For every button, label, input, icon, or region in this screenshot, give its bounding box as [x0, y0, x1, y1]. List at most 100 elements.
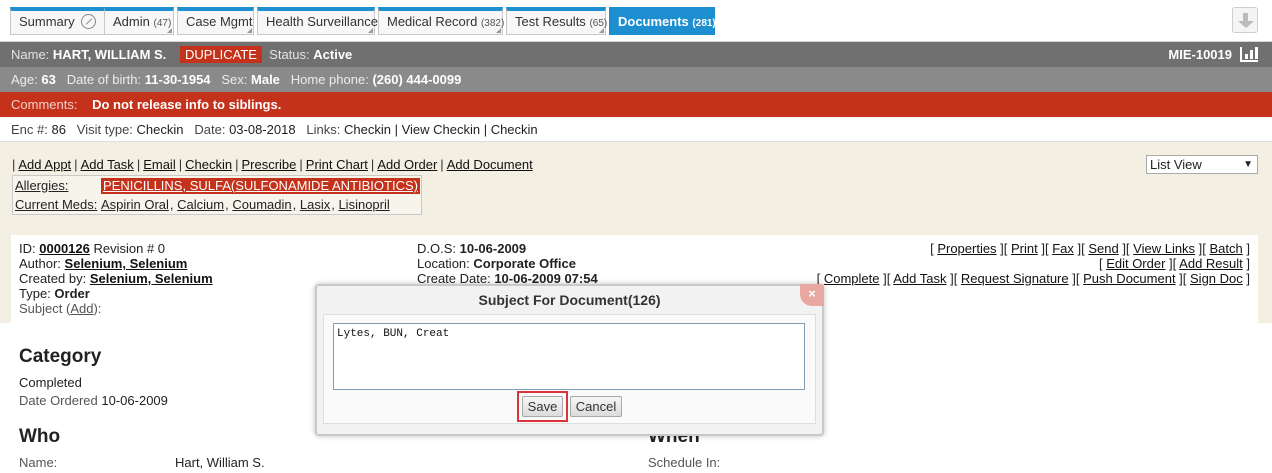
dos-label: D.O.S:	[417, 241, 457, 256]
dos-value: 10-06-2009	[459, 241, 527, 256]
tab-label: Medical Record	[387, 14, 478, 29]
action-links: | Add Appt | Add Task | Email | Checkin | Prescri…	[12, 157, 533, 172]
subject-label: Subject (	[19, 301, 71, 316]
enc-value: 86	[51, 122, 66, 137]
dob-label: Date of birth:	[66, 72, 142, 87]
comments-value: Do not release info to siblings.	[92, 97, 282, 112]
sign-doc-link[interactable]: Sign Doc	[1190, 271, 1243, 286]
tab-label: Documents	[618, 14, 689, 29]
med-link[interactable]: Calcium	[177, 197, 224, 212]
med-link[interactable]: Aspirin Oral	[101, 197, 169, 212]
med-link[interactable]: Lasix	[300, 197, 330, 212]
status-label: Status:	[269, 47, 310, 62]
id-label: ID:	[19, 241, 36, 256]
corner-icon	[167, 28, 172, 33]
tab-label: Admin	[113, 14, 150, 29]
document-links: [ Properties ][ Print ][ Fax ][ Send ][ …	[816, 241, 1250, 286]
comments-bar: Comments: Do not release info to sibling…	[0, 92, 1272, 117]
meds-label[interactable]: Current Meds:	[15, 197, 97, 212]
patient-demographics: Age: 63 Date of birth: 11-30-1954 Sex: M…	[0, 67, 1272, 92]
sex-value: Male	[251, 72, 280, 87]
download-arrow-icon[interactable]	[1232, 7, 1258, 33]
subject-add-link[interactable]: Add	[70, 301, 93, 316]
date-ordered-label: Date Ordered	[19, 393, 98, 408]
tab-documents[interactable]: Documents (281)	[609, 7, 716, 35]
tab-summary[interactable]: Summary	[10, 7, 109, 35]
document-info: ID: 0000126 Revision # 0 Author: Seleniu…	[19, 241, 213, 316]
view-links-link[interactable]: View Links	[1133, 241, 1195, 256]
batch-link[interactable]: Batch	[1210, 241, 1243, 256]
bar-chart-icon[interactable]	[1240, 47, 1258, 62]
complete-link[interactable]: Complete	[824, 271, 880, 286]
add-order-link[interactable]: Add Order	[377, 157, 437, 172]
request-signature-link[interactable]: Request Signature	[961, 271, 1069, 286]
send-link[interactable]: Send	[1088, 241, 1118, 256]
tab-label: Health Surveillance	[266, 14, 379, 29]
add-appt-link[interactable]: Add Appt	[18, 157, 71, 172]
print-link[interactable]: Print	[1011, 241, 1038, 256]
allergies-label[interactable]: Allergies:	[15, 178, 68, 193]
created-label: Created by:	[19, 271, 87, 286]
add-result-link[interactable]: Add Result	[1179, 256, 1243, 271]
tab-label: Summary	[19, 14, 75, 29]
save-button[interactable]: Save	[522, 396, 563, 417]
dob-value: 11-30-1954	[144, 72, 211, 87]
location-label: Location:	[417, 256, 470, 271]
corner-icon	[247, 28, 252, 33]
phone-label: Home phone:	[290, 72, 369, 87]
comments-label: Comments:	[11, 97, 78, 112]
category-heading: Category	[19, 346, 102, 367]
status-value: Completed	[19, 375, 82, 390]
tab-case-mgmt[interactable]: Case Mgmt	[177, 7, 254, 35]
patient-banner: Name: HART, WILLIAM S. DUPLICATE Status:…	[0, 42, 1272, 67]
view-select[interactable]: List View ▼	[1146, 155, 1258, 174]
patient-mrn: MIE-10019	[1168, 42, 1258, 67]
corner-icon	[368, 28, 373, 33]
type-label: Type:	[19, 286, 51, 301]
add-task-link[interactable]: Add Task	[81, 157, 134, 172]
type-value: Order	[54, 286, 90, 301]
age-value: 63	[41, 72, 56, 87]
subject-textarea[interactable]: Lytes, BUN, Creat	[333, 323, 805, 390]
patient-status: Active	[313, 47, 353, 62]
prescribe-link[interactable]: Prescribe	[241, 157, 296, 172]
document-dates: D.O.S: 10-06-2009 Location: Corporate Of…	[417, 241, 598, 286]
cancel-button[interactable]: Cancel	[570, 396, 622, 417]
tab-admin[interactable]: Admin (47)	[104, 7, 174, 35]
visit-label: Visit type:	[76, 122, 133, 137]
dialog-title: Subject For Document(126)	[478, 292, 661, 308]
enc-label: Enc #:	[11, 122, 48, 137]
encounter-links[interactable]: Checkin | View Checkin | Checkin	[344, 122, 538, 137]
name-label: Name:	[11, 47, 50, 62]
print-chart-link[interactable]: Print Chart	[306, 157, 368, 172]
med-link[interactable]: Coumadin	[232, 197, 291, 212]
edit-order-link[interactable]: Edit Order	[1106, 256, 1165, 271]
med-link[interactable]: Lisinopril	[338, 197, 389, 212]
add-document-link[interactable]: Add Document	[447, 157, 533, 172]
properties-link[interactable]: Properties	[937, 241, 996, 256]
tab-health-surveillance[interactable]: Health Surveillance	[257, 7, 379, 35]
corner-icon	[496, 28, 501, 33]
view-select-value: List View	[1150, 157, 1202, 172]
document-id-link[interactable]: 0000126	[39, 241, 90, 256]
tab-medical-record[interactable]: Medical Record (382)	[378, 7, 504, 35]
close-icon[interactable]: ×	[800, 284, 824, 306]
tab-test-results[interactable]: Test Results (65)	[506, 7, 607, 35]
age-label: Age:	[11, 72, 38, 87]
dropdown-arrow-icon: ▼	[1243, 159, 1253, 170]
add-task-doc-link[interactable]: Add Task	[893, 271, 946, 286]
meds-list: Aspirin Oral, Calcium, Coumadin, Lasix, …	[101, 197, 390, 212]
created-by-link[interactable]: Selenium, Selenium	[90, 271, 213, 286]
sex-label: Sex:	[221, 72, 248, 87]
phone-value: (260) 444-0099	[372, 72, 462, 87]
date-value: 03-08-2018	[229, 122, 296, 137]
email-link[interactable]: Email	[143, 157, 176, 172]
date-label: Date:	[194, 122, 226, 137]
push-document-link[interactable]: Push Document	[1083, 271, 1176, 286]
subject-label-tail: ):	[93, 301, 102, 316]
checkin-link[interactable]: Checkin	[185, 157, 232, 172]
fax-link[interactable]: Fax	[1052, 241, 1074, 256]
allergies-value[interactable]: PENICILLINS, SULFA(SULFONAMIDE ANTIBIOTI…	[101, 178, 420, 194]
duplicate-badge: DUPLICATE	[179, 46, 262, 63]
author-link[interactable]: Selenium, Selenium	[65, 256, 188, 271]
